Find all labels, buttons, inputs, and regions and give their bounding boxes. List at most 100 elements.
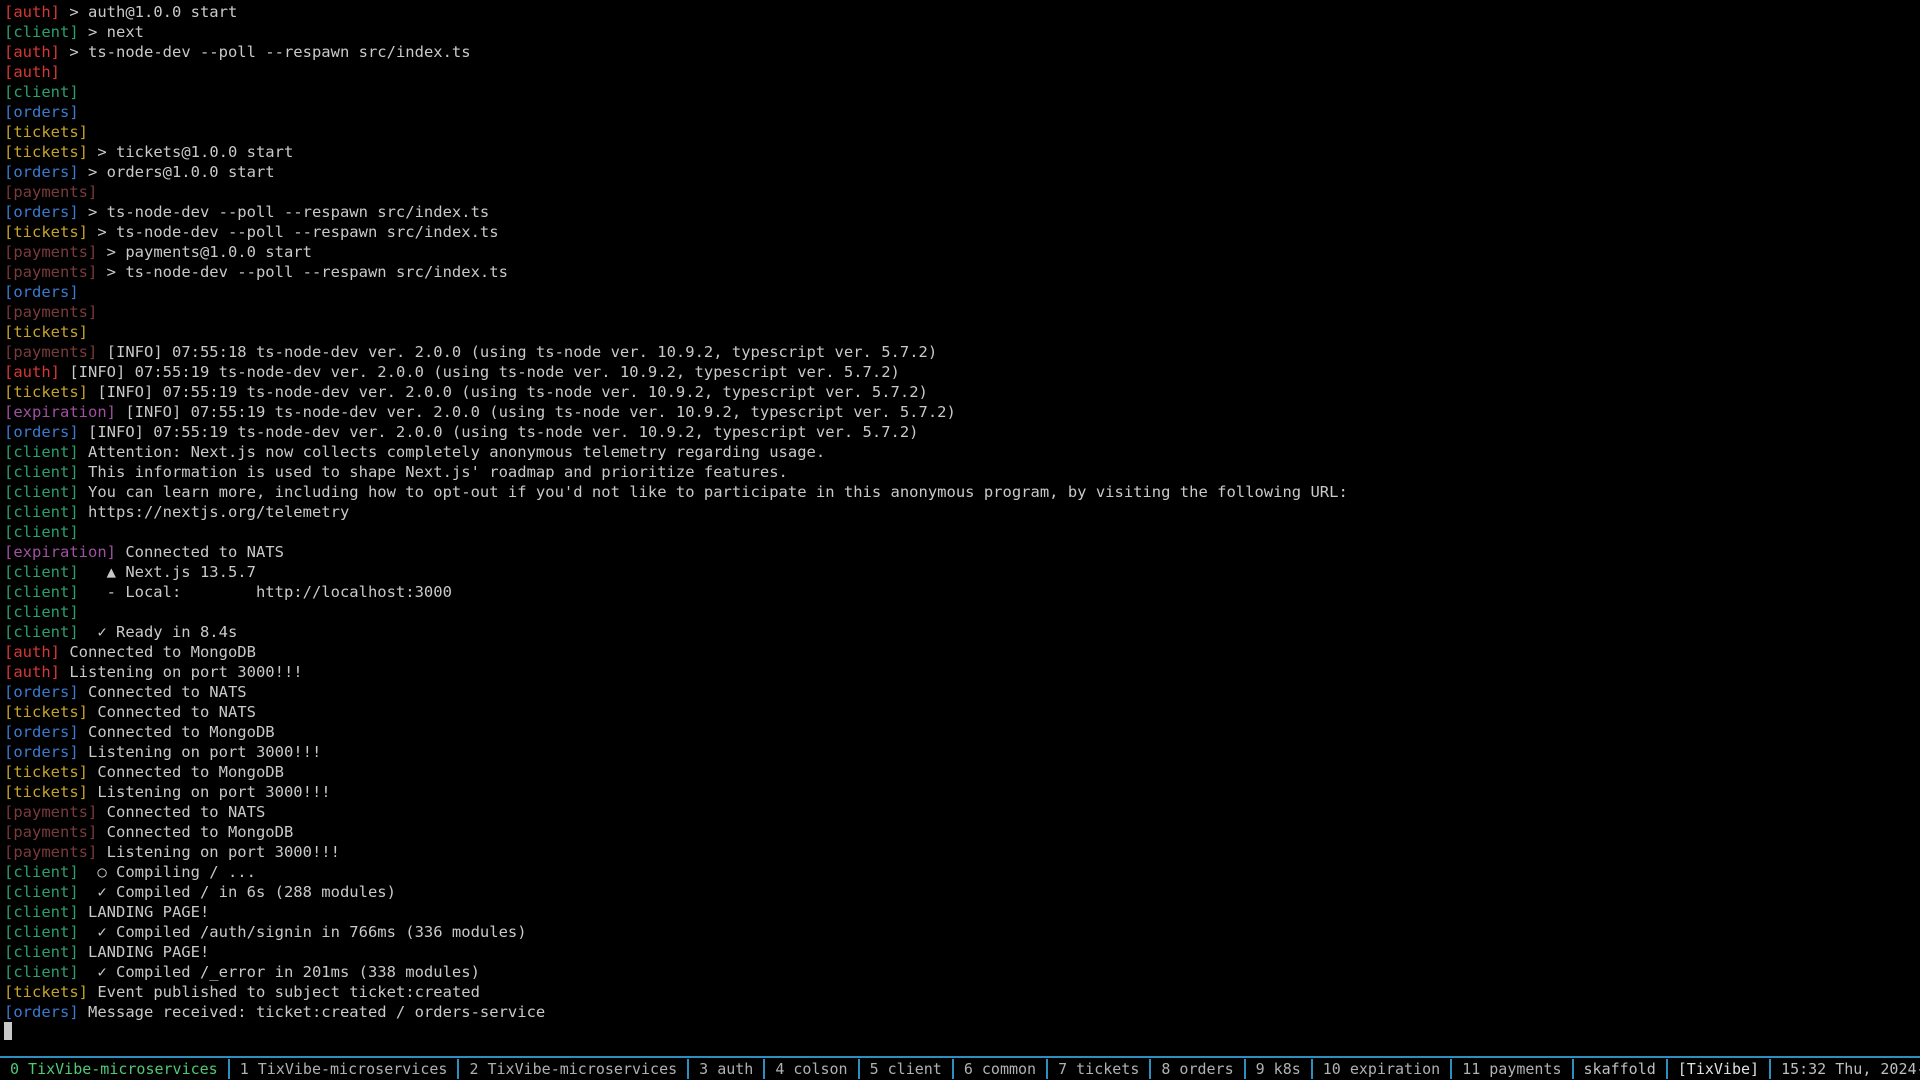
log-message: Attention: Next.js now collects complete… (79, 443, 826, 461)
log-message: This information is used to shape Next.j… (79, 463, 788, 481)
log-message: Connected to MongoDB (88, 763, 284, 781)
log-service-tag: [orders] (4, 743, 79, 761)
log-service-tag: [client] (4, 923, 79, 941)
terminal-output[interactable]: [auth] > auth@1.0.0 start[client] > next… (0, 0, 1920, 1056)
log-service-tag: [client] (4, 883, 79, 901)
log-service-tag: [client] (4, 443, 79, 461)
log-message: LANDING PAGE! (79, 903, 210, 921)
log-message: > ts-node-dev --poll --respawn src/index… (60, 43, 471, 61)
log-service-tag: [tickets] (4, 783, 88, 801)
statusbar-tabs: 0 TixVibe-microservices1 TixVibe-microse… (0, 1059, 1574, 1079)
log-line: [orders] [INFO] 07:55:19 ts-node-dev ver… (4, 422, 1916, 442)
log-service-tag: [client] (4, 583, 79, 601)
log-service-tag: [payments] (4, 183, 97, 201)
log-line: [orders] > ts-node-dev --poll --respawn … (4, 202, 1916, 222)
log-line: [client] ✓ Compiled /_error in 201ms (33… (4, 962, 1916, 982)
log-service-tag: [client] (4, 463, 79, 481)
log-message: [INFO] 07:55:19 ts-node-dev ver. 2.0.0 (… (88, 383, 928, 401)
log-message: > ts-node-dev --poll --respawn src/index… (88, 223, 499, 241)
statusbar-tab-k8s[interactable]: 9 k8s (1246, 1059, 1313, 1079)
log-message: [INFO] 07:55:19 ts-node-dev ver. 2.0.0 (… (116, 403, 956, 421)
log-line: [payments] [INFO] 07:55:18 ts-node-dev v… (4, 342, 1916, 362)
log-line: [auth] > ts-node-dev --poll --respawn sr… (4, 42, 1916, 62)
log-message: ▲ Next.js 13.5.7 (79, 563, 256, 581)
log-line: [client] https://nextjs.org/telemetry (4, 502, 1916, 522)
log-line: [tickets] Connected to NATS (4, 702, 1916, 722)
log-service-tag: [client] (4, 963, 79, 981)
statusbar-tab-expiration[interactable]: 10 expiration (1313, 1059, 1452, 1079)
log-service-tag: [client] (4, 503, 79, 521)
log-message: ○ Compiling / ... (79, 863, 256, 881)
log-message: https://nextjs.org/telemetry (79, 503, 350, 521)
log-message: LANDING PAGE! (79, 943, 210, 961)
log-line: [auth] Listening on port 3000!!! (4, 662, 1916, 682)
log-service-tag: [tickets] (4, 383, 88, 401)
statusbar-tab-common[interactable]: 6 common (954, 1059, 1048, 1079)
tmux-statusbar: 0 TixVibe-microservices1 TixVibe-microse… (0, 1056, 1920, 1080)
log-service-tag: [client] (4, 903, 79, 921)
log-service-tag: [orders] (4, 283, 79, 301)
log-service-tag: [client] (4, 83, 79, 101)
log-service-tag: [payments] (4, 303, 97, 321)
log-line: [tickets] (4, 322, 1916, 342)
log-service-tag: [orders] (4, 683, 79, 701)
log-line: [client] Attention: Next.js now collects… (4, 442, 1916, 462)
log-line: [tickets] Listening on port 3000!!! (4, 782, 1916, 802)
log-line: [client] (4, 522, 1916, 542)
log-service-tag: [orders] (4, 1003, 79, 1021)
log-service-tag: [client] (4, 943, 79, 961)
log-line: [client] ✓ Ready in 8.4s (4, 622, 1916, 642)
log-message: Connected to NATS (97, 803, 265, 821)
log-service-tag: [auth] (4, 643, 60, 661)
log-line: [payments] Listening on port 3000!!! (4, 842, 1916, 862)
log-service-tag: [auth] (4, 363, 60, 381)
log-service-tag: [auth] (4, 43, 60, 61)
log-line: [orders] Message received: ticket:create… (4, 1002, 1916, 1022)
log-message: Connected to MongoDB (97, 823, 293, 841)
log-line: [client] > next (4, 22, 1916, 42)
log-line: [auth] [INFO] 07:55:19 ts-node-dev ver. … (4, 362, 1916, 382)
log-line: [auth] (4, 62, 1916, 82)
statusbar-tab-orders[interactable]: 8 orders (1151, 1059, 1245, 1079)
log-message: You can learn more, including how to opt… (79, 483, 1348, 501)
log-message: Listening on port 3000!!! (97, 843, 340, 861)
log-service-tag: [orders] (4, 163, 79, 181)
log-message: > ts-node-dev --poll --respawn src/index… (79, 203, 490, 221)
statusbar-session: [TixVibe] (1668, 1059, 1771, 1079)
log-line: [client] LANDING PAGE! (4, 902, 1916, 922)
log-line: [auth] Connected to MongoDB (4, 642, 1916, 662)
log-service-tag: [tickets] (4, 123, 88, 141)
log-message: > payments@1.0.0 start (97, 243, 312, 261)
log-message: > orders@1.0.0 start (79, 163, 275, 181)
log-message: Message received: ticket:created / order… (79, 1003, 546, 1021)
log-line: [client] ○ Compiling / ... (4, 862, 1916, 882)
log-service-tag: [payments] (4, 843, 97, 861)
log-service-tag: [client] (4, 863, 79, 881)
log-line: [tickets] > ts-node-dev --poll --respawn… (4, 222, 1916, 242)
log-message: Connected to NATS (116, 543, 284, 561)
log-service-tag: [auth] (4, 3, 60, 21)
cursor-line[interactable] (4, 1022, 1916, 1042)
log-message: Connected to NATS (79, 683, 247, 701)
log-line: [auth] > auth@1.0.0 start (4, 2, 1916, 22)
log-message: [INFO] 07:55:19 ts-node-dev ver. 2.0.0 (… (60, 363, 900, 381)
statusbar-tab-payments[interactable]: 11 payments (1452, 1059, 1573, 1079)
log-line: [tickets] [INFO] 07:55:19 ts-node-dev ve… (4, 382, 1916, 402)
statusbar-tab-client[interactable]: 5 client (860, 1059, 954, 1079)
log-service-tag: [client] (4, 603, 79, 621)
log-line: [payments] Connected to NATS (4, 802, 1916, 822)
log-service-tag: [client] (4, 23, 79, 41)
log-service-tag: [payments] (4, 243, 97, 261)
statusbar-tab-tixvibe-microservices[interactable]: 0 TixVibe-microservices (0, 1059, 230, 1079)
log-line: [tickets] Event published to subject tic… (4, 982, 1916, 1002)
log-message: Listening on port 3000!!! (60, 663, 303, 681)
log-message: Event published to subject ticket:create… (88, 983, 480, 1001)
statusbar-tab-auth[interactable]: 3 auth (689, 1059, 765, 1079)
log-service-tag: [payments] (4, 343, 97, 361)
statusbar-tab-colson[interactable]: 4 colson (765, 1059, 859, 1079)
statusbar-tab-tixvibe-microservices[interactable]: 2 TixVibe-microservices (459, 1059, 689, 1079)
log-service-tag: [tickets] (4, 143, 88, 161)
statusbar-tab-tixvibe-microservices[interactable]: 1 TixVibe-microservices (230, 1059, 460, 1079)
log-service-tag: [tickets] (4, 703, 88, 721)
statusbar-tab-tickets[interactable]: 7 tickets (1048, 1059, 1151, 1079)
